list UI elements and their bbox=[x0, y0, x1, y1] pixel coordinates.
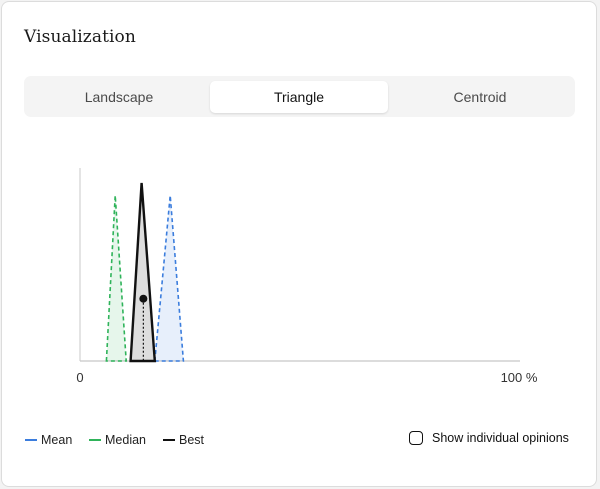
x-axis-max-label: 100 % bbox=[501, 370, 538, 385]
legend-mean-swatch bbox=[25, 439, 37, 441]
legend-mean-label: Mean bbox=[41, 433, 73, 447]
show-individual-label: Show individual opinions bbox=[432, 431, 569, 445]
legend-best-label: Best bbox=[179, 433, 205, 447]
legend-best: Best bbox=[163, 431, 204, 449]
best-marker-dot bbox=[139, 294, 148, 303]
show-individual-checkbox[interactable] bbox=[409, 431, 423, 445]
show-individual-opinions-toggle[interactable]: Show individual opinions bbox=[409, 431, 569, 445]
legend-best-swatch bbox=[163, 439, 175, 441]
legend-mean: Mean bbox=[25, 431, 72, 449]
legend-median-swatch bbox=[89, 439, 101, 441]
mean-triangle-fill bbox=[154, 195, 184, 361]
x-axis-min-label: 0 bbox=[76, 370, 83, 385]
legend-median: Median bbox=[89, 431, 146, 449]
legend-median-label: Median bbox=[105, 433, 146, 447]
triangle-chart: 0 100 % bbox=[76, 168, 538, 385]
